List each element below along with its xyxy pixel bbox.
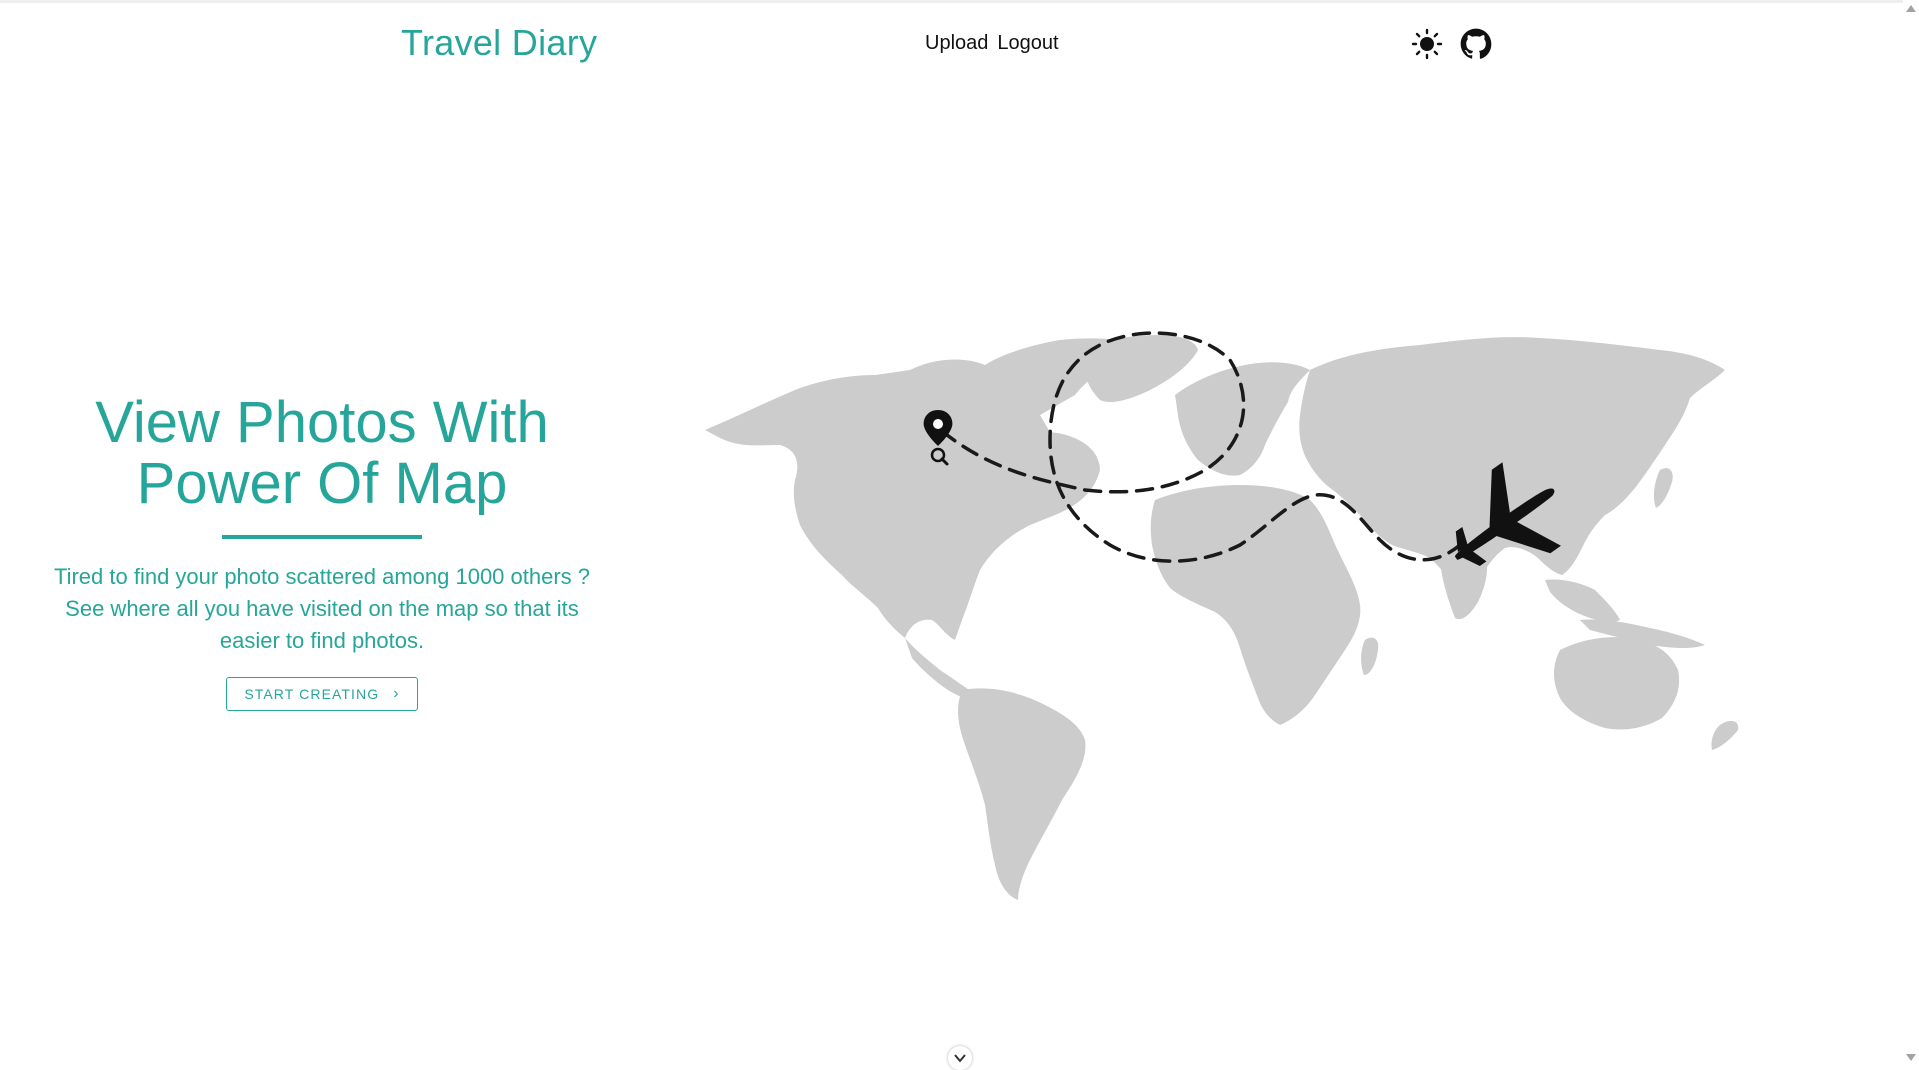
start-creating-label: START CREATING — [244, 686, 380, 702]
chevron-down-icon — [954, 1054, 966, 1063]
asia-shape — [1299, 337, 1725, 584]
hero-title-line-1: View Photos With — [95, 390, 549, 455]
navbar: Travel Diary Upload Logout — [0, 0, 1903, 90]
south-america-shape — [958, 688, 1086, 900]
continents — [705, 335, 1739, 900]
nav-links: Upload Logout — [925, 32, 1059, 55]
nav-upload-link[interactable]: Upload — [925, 32, 988, 54]
chevron-right-icon: › — [393, 685, 400, 702]
brand-logo[interactable]: Travel Diary — [401, 22, 597, 64]
hero-desc-line-3: easier to find photos. — [219, 628, 425, 653]
hero-desc-line-1: Tired to find your photo scattered among… — [53, 564, 591, 589]
world-map — [705, 331, 1739, 900]
hero-title: View Photos With Power Of Map — [20, 392, 624, 514]
africa-shape — [1150, 485, 1361, 725]
scroll-down-arrow-icon[interactable] — [1906, 1054, 1916, 1061]
scroll-up-arrow-icon[interactable] — [1906, 5, 1916, 12]
start-creating-button[interactable]: START CREATING › — [226, 677, 418, 711]
japan-shape — [1653, 468, 1673, 508]
theme-toggle-button[interactable] — [1411, 28, 1443, 60]
scroll-down-button[interactable] — [948, 1046, 972, 1070]
hero-title-line-2: Power Of Map — [136, 451, 508, 516]
hero-divider — [222, 535, 422, 539]
hero-description: Tired to find your photo scattered among… — [20, 561, 624, 657]
australia-shape — [1554, 637, 1680, 730]
github-icon — [1460, 28, 1492, 59]
southeast-asia-shape — [1545, 579, 1620, 623]
hero-section: View Photos With Power Of Map Tired to f… — [20, 392, 624, 711]
scrollbar[interactable] — [1903, 0, 1919, 1066]
sun-icon — [1411, 28, 1443, 60]
new-zealand-shape — [1711, 720, 1739, 750]
nav-logout-link[interactable]: Logout — [997, 32, 1058, 54]
madagascar-shape — [1361, 637, 1379, 675]
hero-desc-line-2: See where all you have visited on the ma… — [65, 596, 579, 621]
world-map-illustration — [700, 320, 1840, 900]
github-link[interactable] — [1460, 28, 1492, 60]
